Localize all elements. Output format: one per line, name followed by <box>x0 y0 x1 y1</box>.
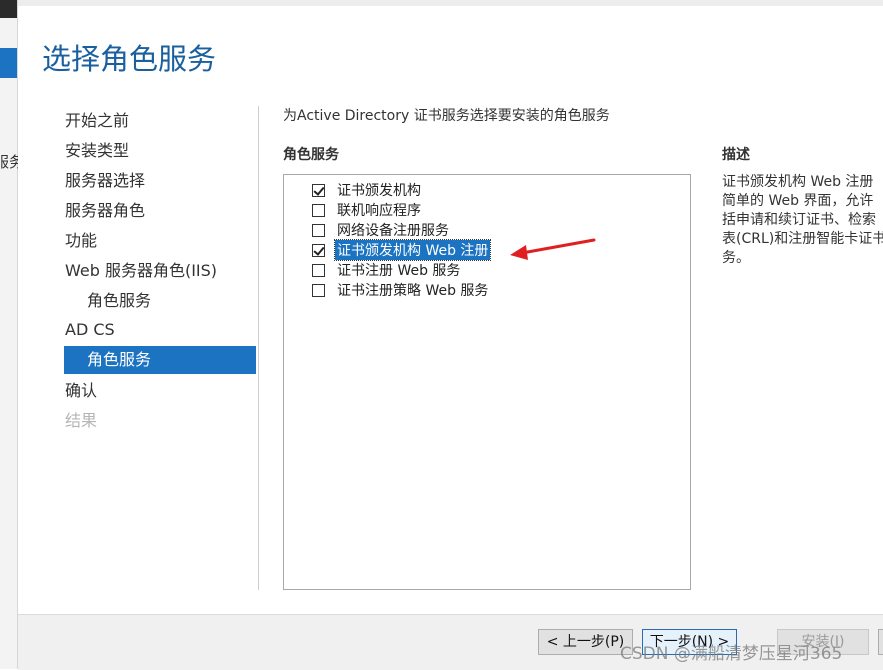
previous-button[interactable]: < 上一步(P) <box>538 629 633 655</box>
role-services-list[interactable]: 证书颁发机构 联机响应程序 网络设备注册服务 证书颁发机构 Web 注册 证书注… <box>283 174 691 590</box>
role-item-certification-authority[interactable]: 证书颁发机构 <box>312 180 423 200</box>
nav-item-adcs-role-services[interactable]: 角色服务 <box>64 346 256 374</box>
description-line: 表(CRL)和注册智能卡证书 <box>722 231 883 247</box>
role-item-online-responder[interactable]: 联机响应程序 <box>312 200 423 220</box>
role-item-enrollment-web-service[interactable]: 证书注册 Web 服务 <box>312 260 462 280</box>
role-label: 证书注册 Web 服务 <box>337 263 461 279</box>
nav-item-server-selection[interactable]: 服务器选择 <box>65 167 145 195</box>
background-titlebar <box>0 0 17 18</box>
checkbox-icon[interactable] <box>312 263 325 277</box>
role-item-ca-web-enrollment[interactable]: 证书颁发机构 Web 注册 <box>312 239 492 261</box>
checkbox-icon[interactable] <box>312 223 325 237</box>
nav-item-iis-role-services[interactable]: 角色服务 <box>87 287 151 315</box>
role-label: 证书颁发机构 <box>337 183 421 199</box>
page-title: 选择角色服务 <box>42 42 217 76</box>
cancel-button[interactable] <box>878 629 883 655</box>
role-item-network-device-enrollment[interactable]: 网络设备注册服务 <box>312 220 451 240</box>
description-line: 证书颁发机构 Web 注册 <box>722 174 874 190</box>
checkbox-icon[interactable] <box>312 203 325 217</box>
role-label: 证书注册策略 Web 服务 <box>337 283 489 299</box>
role-services-heading: 角色服务 <box>283 147 339 163</box>
role-item-enrollment-policy-web-service[interactable]: 证书注册策略 Web 服务 <box>312 280 490 300</box>
nav-item-before-you-begin[interactable]: 开始之前 <box>65 107 129 135</box>
description-line: 简单的 Web 界面，允许 <box>722 193 874 209</box>
dialog-top-bar <box>18 0 883 6</box>
nav-item-confirmation[interactable]: 确认 <box>65 377 97 405</box>
description-line: 务。 <box>722 250 750 266</box>
nav-item-results: 结果 <box>65 411 98 430</box>
description-line: 括申请和续订证书、检索 <box>722 212 876 228</box>
role-label-selected: 证书颁发机构 Web 注册 <box>333 239 492 261</box>
background-selected-item <box>0 48 17 78</box>
watermark: CSDN @满船清梦压星河365 <box>620 644 843 664</box>
nav-item-installation-type[interactable]: 安装类型 <box>65 137 129 165</box>
nav-item-web-server-role[interactable]: Web 服务器角色(IIS) <box>65 257 217 285</box>
role-label: 网络设备注册服务 <box>337 223 449 239</box>
role-label: 联机响应程序 <box>337 203 421 219</box>
checkmark-icon[interactable] <box>312 243 325 257</box>
nav-item-ad-cs[interactable]: AD CS <box>65 316 115 344</box>
intro-text: 为Active Directory 证书服务选择要安装的角色服务 <box>283 108 610 124</box>
nav-item-features[interactable]: 功能 <box>65 227 97 255</box>
nav-divider <box>258 106 259 590</box>
red-arrow-icon <box>510 238 596 260</box>
nav-item-server-roles[interactable]: 服务器角色 <box>65 197 145 225</box>
description-text: 证书颁发机构 Web 注册 简单的 Web 界面，允许 括申请和续订证书、检索 … <box>722 173 883 268</box>
checkbox-icon[interactable] <box>312 283 325 297</box>
background-window-strip: 服务 <box>0 0 24 669</box>
description-heading: 描述 <box>722 147 750 163</box>
checkmark-icon[interactable] <box>312 183 325 197</box>
